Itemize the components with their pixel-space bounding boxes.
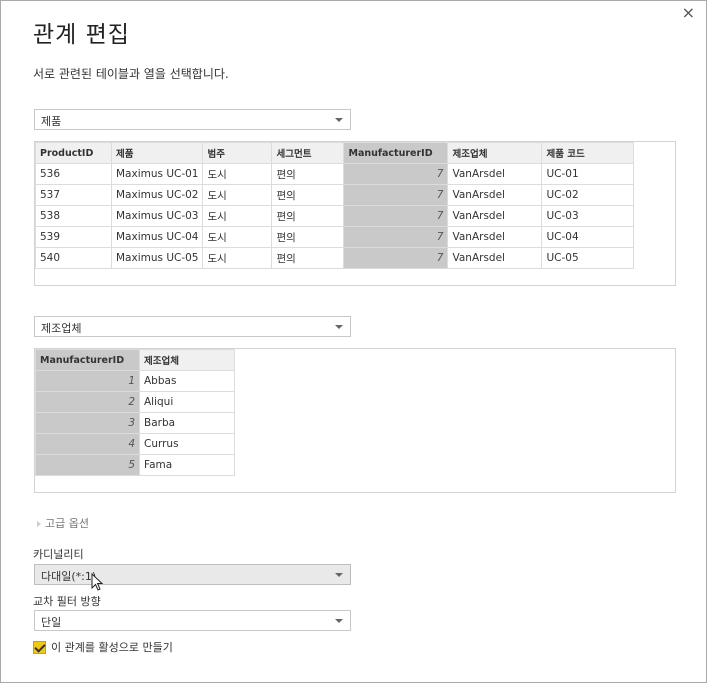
table-cell: 도시 xyxy=(202,247,273,269)
column-header[interactable]: 제품 xyxy=(110,142,204,164)
cardinality-value: 다대일(*:1) xyxy=(41,570,97,583)
table-cell: 539 xyxy=(35,226,112,248)
table-cell: Barba xyxy=(139,412,235,434)
table-cell: 편의 xyxy=(271,163,345,185)
table1-dropdown-value: 제품 xyxy=(41,115,62,128)
column-header[interactable]: ManufacturerID xyxy=(35,349,140,371)
table-cell: 1 xyxy=(35,370,140,392)
table-cell: 536 xyxy=(35,163,112,185)
expand-triangle-icon xyxy=(37,521,41,527)
table-cell: 538 xyxy=(35,205,112,227)
table-cell: VanArsdel xyxy=(447,226,543,248)
table-row: 536 Maximus UC-01 도시 편의 7 VanArsdel UC-01 xyxy=(35,163,635,185)
chevron-down-icon xyxy=(335,325,343,329)
column-header[interactable]: 범주 xyxy=(202,142,273,164)
advanced-options-toggle[interactable]: 고급 옵션 xyxy=(37,515,89,531)
table-cell: 7 xyxy=(343,226,449,248)
table-cell: 3 xyxy=(35,412,140,434)
table-cell: 4 xyxy=(35,433,140,455)
table-row: 539 Maximus UC-04 도시 편의 7 VanArsdel UC-04 xyxy=(35,226,635,248)
chevron-down-icon xyxy=(335,573,343,577)
active-relationship-checkbox[interactable] xyxy=(33,640,46,654)
table-cell: 537 xyxy=(35,184,112,206)
table-cell: UC-05 xyxy=(541,247,635,269)
table1-preview-panel: ProductID 제품 범주 세그먼트 ManufacturerID 제조업체 제품 코드… xyxy=(34,141,676,286)
advanced-options-label: 고급 옵션 xyxy=(45,517,89,530)
table-cell: Currus xyxy=(139,433,235,455)
table-cell: Aliqui xyxy=(139,391,235,413)
table-row: 3 Barba xyxy=(35,412,235,434)
table-row: 537 Maximus UC-02 도시 편의 7 VanArsdel UC-02 xyxy=(35,184,635,206)
column-header[interactable]: ManufacturerID xyxy=(343,142,449,164)
table-cell: Abbas xyxy=(139,370,235,392)
active-relationship-row[interactable]: 이 관계를 활성으로 만들기 xyxy=(33,639,173,655)
table-cell: 7 xyxy=(343,247,449,269)
table-cell: 5 xyxy=(35,454,140,476)
close-icon[interactable]: × xyxy=(682,3,695,23)
mouse-pointer-icon xyxy=(91,573,104,591)
table-cell: 도시 xyxy=(202,226,273,248)
table-cell: 7 xyxy=(343,163,449,185)
table-row: 540 Maximus UC-05 도시 편의 7 VanArsdel UC-05 xyxy=(35,247,635,269)
column-header[interactable]: 제품 코드 xyxy=(541,142,635,164)
table-cell: 도시 xyxy=(202,163,273,185)
table-cell: Fama xyxy=(139,454,235,476)
edit-relationship-dialog: × 관계 편집 서로 관련된 테이블과 열을 선택합니다. 제품 Product… xyxy=(0,0,707,683)
table-cell: UC-01 xyxy=(541,163,635,185)
table-row: 4 Currus xyxy=(35,433,235,455)
chevron-down-icon xyxy=(335,118,343,122)
table-cell: 7 xyxy=(343,205,449,227)
table-cell: 도시 xyxy=(202,184,273,206)
table-cell: 편의 xyxy=(271,205,345,227)
table-cell: UC-02 xyxy=(541,184,635,206)
cardinality-label: 카디널리티 xyxy=(33,548,84,561)
table-cell: VanArsdel xyxy=(447,163,543,185)
table-cell: 540 xyxy=(35,247,112,269)
column-header[interactable]: 제조업체 xyxy=(139,349,235,371)
table-row: 2 Aliqui xyxy=(35,391,235,413)
active-relationship-label: 이 관계를 활성으로 만들기 xyxy=(51,641,173,654)
table2-dropdown-value: 제조업체 xyxy=(41,322,82,335)
table-cell: 7 xyxy=(343,184,449,206)
table1-grid: ProductID 제품 범주 세그먼트 ManufacturerID 제조업체 제품 코드… xyxy=(35,142,635,269)
table-row: 538 Maximus UC-03 도시 편의 7 VanArsdel UC-03 xyxy=(35,205,635,227)
table-cell: Maximus UC-04 xyxy=(110,226,204,248)
table-cell: 편의 xyxy=(271,247,345,269)
table-cell: 도시 xyxy=(202,205,273,227)
table-cell: VanArsdel xyxy=(447,205,543,227)
table-row: 5 Fama xyxy=(35,454,235,476)
table-cell: 2 xyxy=(35,391,140,413)
dialog-subtitle: 서로 관련된 테이블과 열을 선택합니다. xyxy=(33,67,229,81)
table-cell: UC-03 xyxy=(541,205,635,227)
cross-filter-value: 단일 xyxy=(41,616,62,629)
table-cell: VanArsdel xyxy=(447,247,543,269)
cardinality-dropdown[interactable]: 다대일(*:1) xyxy=(34,564,351,585)
chevron-down-icon xyxy=(335,619,343,623)
table-cell: Maximus UC-01 xyxy=(110,163,204,185)
cross-filter-label: 교차 필터 방향 xyxy=(33,595,101,608)
column-header[interactable]: 제조업체 xyxy=(447,142,543,164)
table-cell: 편의 xyxy=(271,226,345,248)
table-row: 1 Abbas xyxy=(35,370,235,392)
table1-dropdown[interactable]: 제품 xyxy=(34,109,351,130)
table-cell: Maximus UC-03 xyxy=(110,205,204,227)
table-cell: Maximus UC-05 xyxy=(110,247,204,269)
table-cell: UC-04 xyxy=(541,226,635,248)
table2-dropdown[interactable]: 제조업체 xyxy=(34,316,351,337)
column-header[interactable]: 세그먼트 xyxy=(271,142,345,164)
table-cell: VanArsdel xyxy=(447,184,543,206)
table-cell: 편의 xyxy=(271,184,345,206)
table2-preview-panel: ManufacturerID 제조업체 1 Abbas 2 Aliqui 3 Barba 4 C… xyxy=(34,348,676,493)
table-cell: Maximus UC-02 xyxy=(110,184,204,206)
table2-grid: ManufacturerID 제조업체 1 Abbas 2 Aliqui 3 Barba 4 C… xyxy=(35,349,235,476)
column-header[interactable]: ProductID xyxy=(35,142,112,164)
cross-filter-dropdown[interactable]: 단일 xyxy=(34,610,351,631)
dialog-title: 관계 편집 xyxy=(33,22,130,48)
